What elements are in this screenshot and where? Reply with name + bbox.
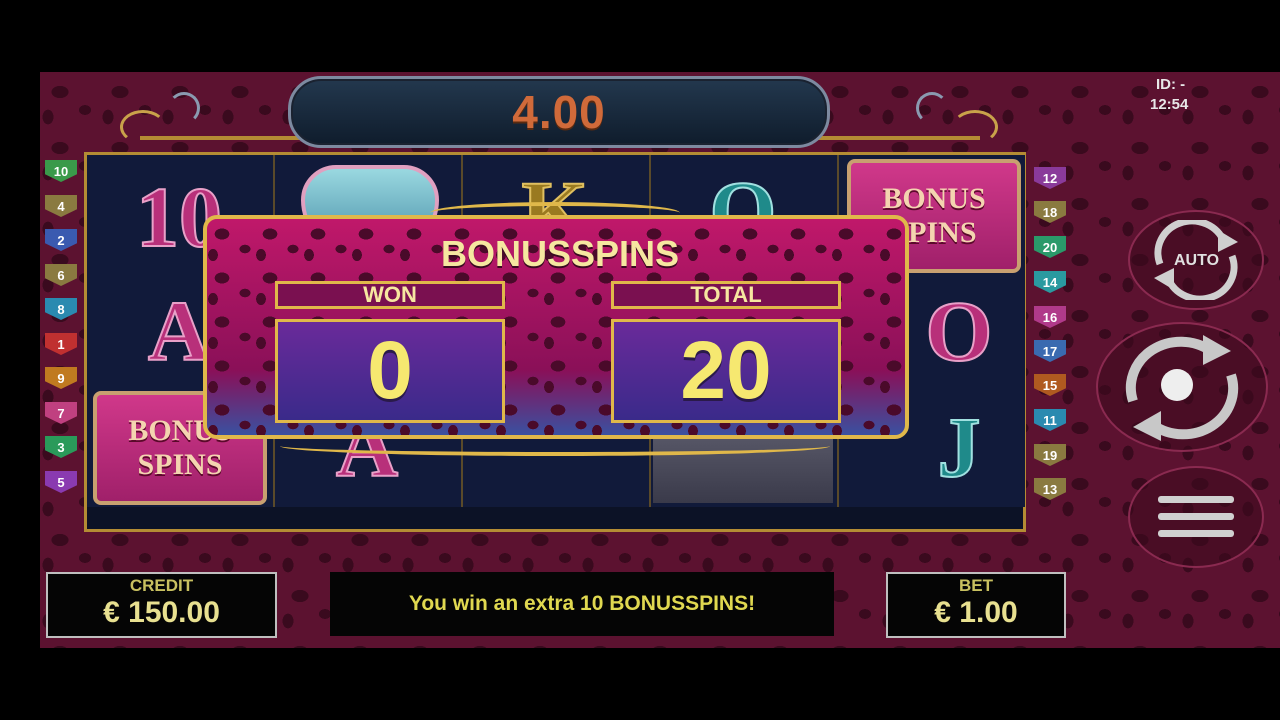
clock: 12:54 xyxy=(1150,96,1189,113)
menu-icon xyxy=(1158,496,1234,537)
auto-label: AUTO xyxy=(1174,252,1220,269)
spin-arrows-icon xyxy=(1125,335,1239,441)
spin-button[interactable] xyxy=(1096,322,1268,452)
menu-button[interactable] xyxy=(1128,466,1264,568)
popup-flourish-top xyxy=(430,202,680,224)
bonus-tile-line2: SPINS xyxy=(137,448,223,481)
won-value: 0 xyxy=(275,319,505,423)
bonusspins-popup: BONUSSPINS WON 0 TOTAL 20 xyxy=(203,215,909,439)
total-value: 20 xyxy=(611,319,841,423)
ornament-right-curl xyxy=(916,92,948,124)
bet-label: BET xyxy=(959,576,993,595)
credit-value: € 150.00 xyxy=(103,596,220,629)
auto-button[interactable]: AUTO xyxy=(1128,210,1264,310)
win-amount: 4.00 xyxy=(512,86,606,138)
credit-label: CREDIT xyxy=(129,576,194,595)
popup-title: BONUSSPINS xyxy=(440,233,680,274)
total-label: TOTAL xyxy=(611,281,841,309)
bet-value: € 1.00 xyxy=(934,596,1018,629)
ornament-left-curl xyxy=(168,92,200,124)
session-id: ID: - xyxy=(1156,76,1186,93)
credit-box: CREDIT € 150.00 xyxy=(46,572,277,638)
message-bar: You win an extra 10 BONUSSPINS! xyxy=(330,572,834,636)
win-display: 4.00 xyxy=(288,76,830,148)
bet-box[interactable]: BET € 1.00 xyxy=(886,572,1066,638)
popup-flourish-bottom xyxy=(280,436,830,456)
won-label: WON xyxy=(275,281,505,309)
bonus-tile-top-line1: BONUS xyxy=(882,182,986,215)
